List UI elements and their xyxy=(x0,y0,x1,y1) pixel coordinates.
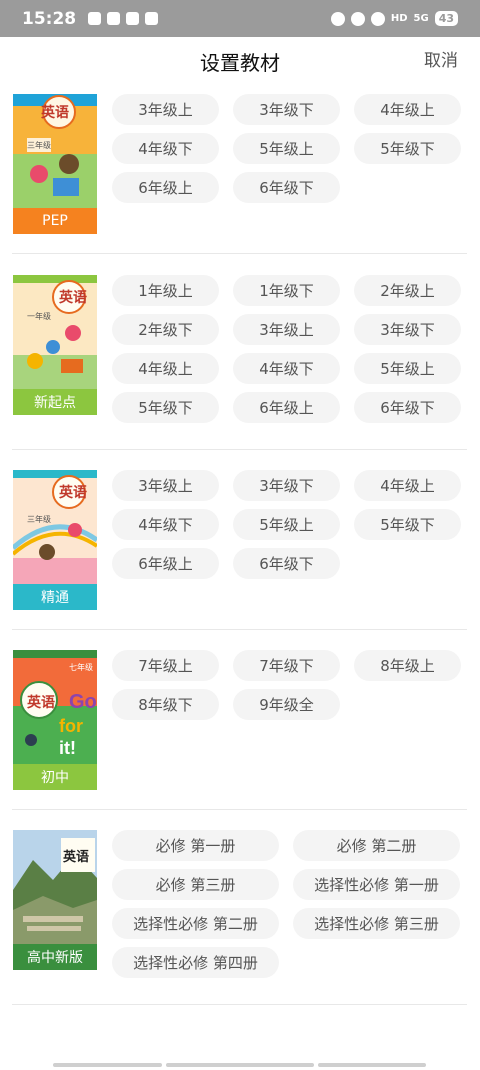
nav-gesture-bar[interactable] xyxy=(166,1063,314,1067)
header: 设置教材 取消 xyxy=(0,37,480,87)
grade-option[interactable]: 必修 第一册 xyxy=(112,830,279,861)
cover-grade: 七年级 xyxy=(69,663,93,672)
bluetooth-icon xyxy=(370,11,385,26)
grade-option[interactable]: 6年级下 xyxy=(233,548,340,579)
grade-option[interactable]: 6年级上 xyxy=(233,392,340,423)
grade-option[interactable]: 选择性必修 第三册 xyxy=(293,908,460,939)
textbook-cover-pep[interactable]: 英语 三年级 PEP xyxy=(13,94,97,234)
textbook-cover-gaozhong[interactable]: 英语 高中新版 xyxy=(13,830,97,970)
grade-option[interactable]: 4年级上 xyxy=(354,470,461,501)
status-bar: 15:28 HD 5G 43 xyxy=(0,0,480,37)
grade-option[interactable]: 5年级上 xyxy=(233,133,340,164)
grade-option[interactable]: 5年级上 xyxy=(354,353,461,384)
cover-grade: 一年级 xyxy=(27,312,51,321)
grade-option[interactable]: 7年级下 xyxy=(233,650,340,681)
alarm-icon xyxy=(330,11,345,26)
grade-option[interactable]: 5年级下 xyxy=(112,392,219,423)
grade-option[interactable]: 3年级下 xyxy=(354,314,461,345)
textbook-label: 初中 xyxy=(13,764,97,790)
cover-grade: 三年级 xyxy=(27,141,51,150)
grade-option[interactable]: 7年级上 xyxy=(112,650,219,681)
grade-option[interactable]: 选择性必修 第一册 xyxy=(293,869,460,900)
section-divider xyxy=(12,629,467,630)
svg-text:Go: Go xyxy=(69,691,97,713)
grade-option[interactable]: 1年级上 xyxy=(112,275,219,306)
grade-option[interactable]: 3年级上 xyxy=(233,314,340,345)
textbook-cover-xinqidian[interactable]: 英语 一年级 新起点 xyxy=(13,275,97,415)
section-divider xyxy=(12,449,467,450)
grade-option[interactable]: 4年级下 xyxy=(233,353,340,384)
cover-title: 英语 xyxy=(27,695,55,711)
page-title: 设置教材 xyxy=(200,51,280,75)
grade-option[interactable]: 3年级上 xyxy=(112,470,219,501)
textbook-cover-jingtong[interactable]: 英语 三年级 精通 xyxy=(13,470,97,610)
battery-icon: 43 xyxy=(434,11,458,26)
nav-gesture-bar[interactable] xyxy=(318,1063,426,1067)
grade-option[interactable]: 1年级下 xyxy=(233,275,340,306)
textbook-label: 新起点 xyxy=(13,389,97,415)
notification-icons xyxy=(88,12,159,25)
grade-option[interactable]: 9年级全 xyxy=(233,689,340,720)
cover-title: 英语 xyxy=(59,485,87,501)
status-time: 15:28 xyxy=(22,8,77,29)
grade-option[interactable]: 必修 第二册 xyxy=(293,830,460,861)
grade-option[interactable]: 6年级上 xyxy=(112,548,219,579)
grade-option[interactable]: 3年级下 xyxy=(233,94,340,125)
grade-option[interactable]: 2年级上 xyxy=(354,275,461,306)
cover-title: 英语 xyxy=(59,290,87,306)
game-app-icon xyxy=(88,12,102,25)
cover-title: 英语 xyxy=(41,105,69,121)
grade-option[interactable]: 必修 第三册 xyxy=(112,869,279,900)
grade-option[interactable]: 5年级上 xyxy=(233,509,340,540)
cover-title: 英语 xyxy=(63,850,90,865)
mute-icon xyxy=(350,11,365,26)
grade-option[interactable]: 6年级下 xyxy=(233,172,340,203)
system-indicators: HD 5G 43 xyxy=(330,11,458,26)
grade-option[interactable]: 4年级下 xyxy=(112,133,219,164)
grade-option[interactable]: 选择性必修 第四册 xyxy=(112,947,279,978)
cancel-button[interactable]: 取消 xyxy=(424,46,458,71)
mail-app-icon xyxy=(107,12,121,25)
browser-app-icon xyxy=(126,12,140,25)
section-divider xyxy=(12,253,467,254)
svg-text:it!: it! xyxy=(59,738,76,758)
section-divider xyxy=(12,1004,467,1005)
grade-option[interactable]: 6年级下 xyxy=(354,392,461,423)
textbook-label: 精通 xyxy=(13,584,97,610)
grade-option[interactable]: 8年级上 xyxy=(354,650,461,681)
grade-option[interactable]: 4年级下 xyxy=(112,509,219,540)
grade-option[interactable]: 3年级上 xyxy=(112,94,219,125)
grade-option[interactable]: 4年级上 xyxy=(112,353,219,384)
cover-grade: 三年级 xyxy=(27,515,51,524)
grade-option[interactable]: 2年级下 xyxy=(112,314,219,345)
grade-option[interactable]: 3年级下 xyxy=(233,470,340,501)
grade-option[interactable]: 8年级下 xyxy=(112,689,219,720)
grade-option[interactable]: 选择性必修 第二册 xyxy=(112,908,279,939)
textbook-label: PEP xyxy=(13,208,97,234)
send-app-icon xyxy=(145,12,159,25)
grade-option[interactable]: 4年级上 xyxy=(354,94,461,125)
textbook-cover-chuzhong[interactable]: Go for it! 英语 七年级 初中 xyxy=(13,650,97,790)
signal-label: 5G xyxy=(413,13,429,24)
nav-gesture-bar[interactable] xyxy=(53,1063,162,1067)
network-label: HD xyxy=(390,13,408,24)
section-divider xyxy=(12,809,467,810)
svg-text:for: for xyxy=(59,716,83,736)
grade-option[interactable]: 6年级上 xyxy=(112,172,219,203)
grade-option[interactable]: 5年级下 xyxy=(354,133,461,164)
textbook-label: 高中新版 xyxy=(13,944,97,970)
grade-option[interactable]: 5年级下 xyxy=(354,509,461,540)
